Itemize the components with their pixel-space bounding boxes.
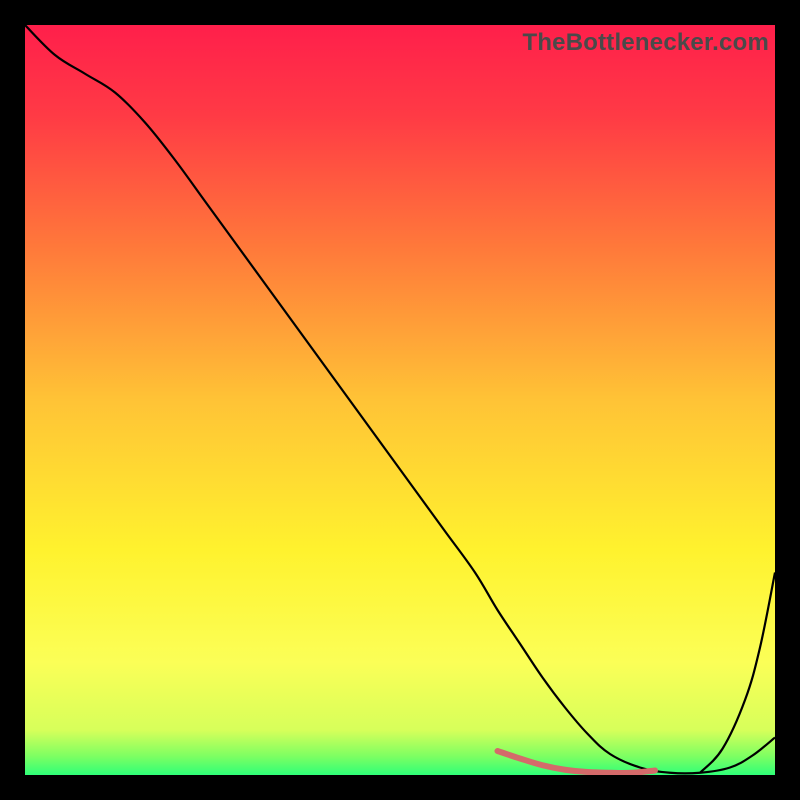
gradient-background [25,25,775,775]
bottleneck-chart [25,25,775,775]
watermark-text: TheBottlenecker.com [522,29,769,57]
chart-frame: TheBottlenecker.com [25,25,775,775]
